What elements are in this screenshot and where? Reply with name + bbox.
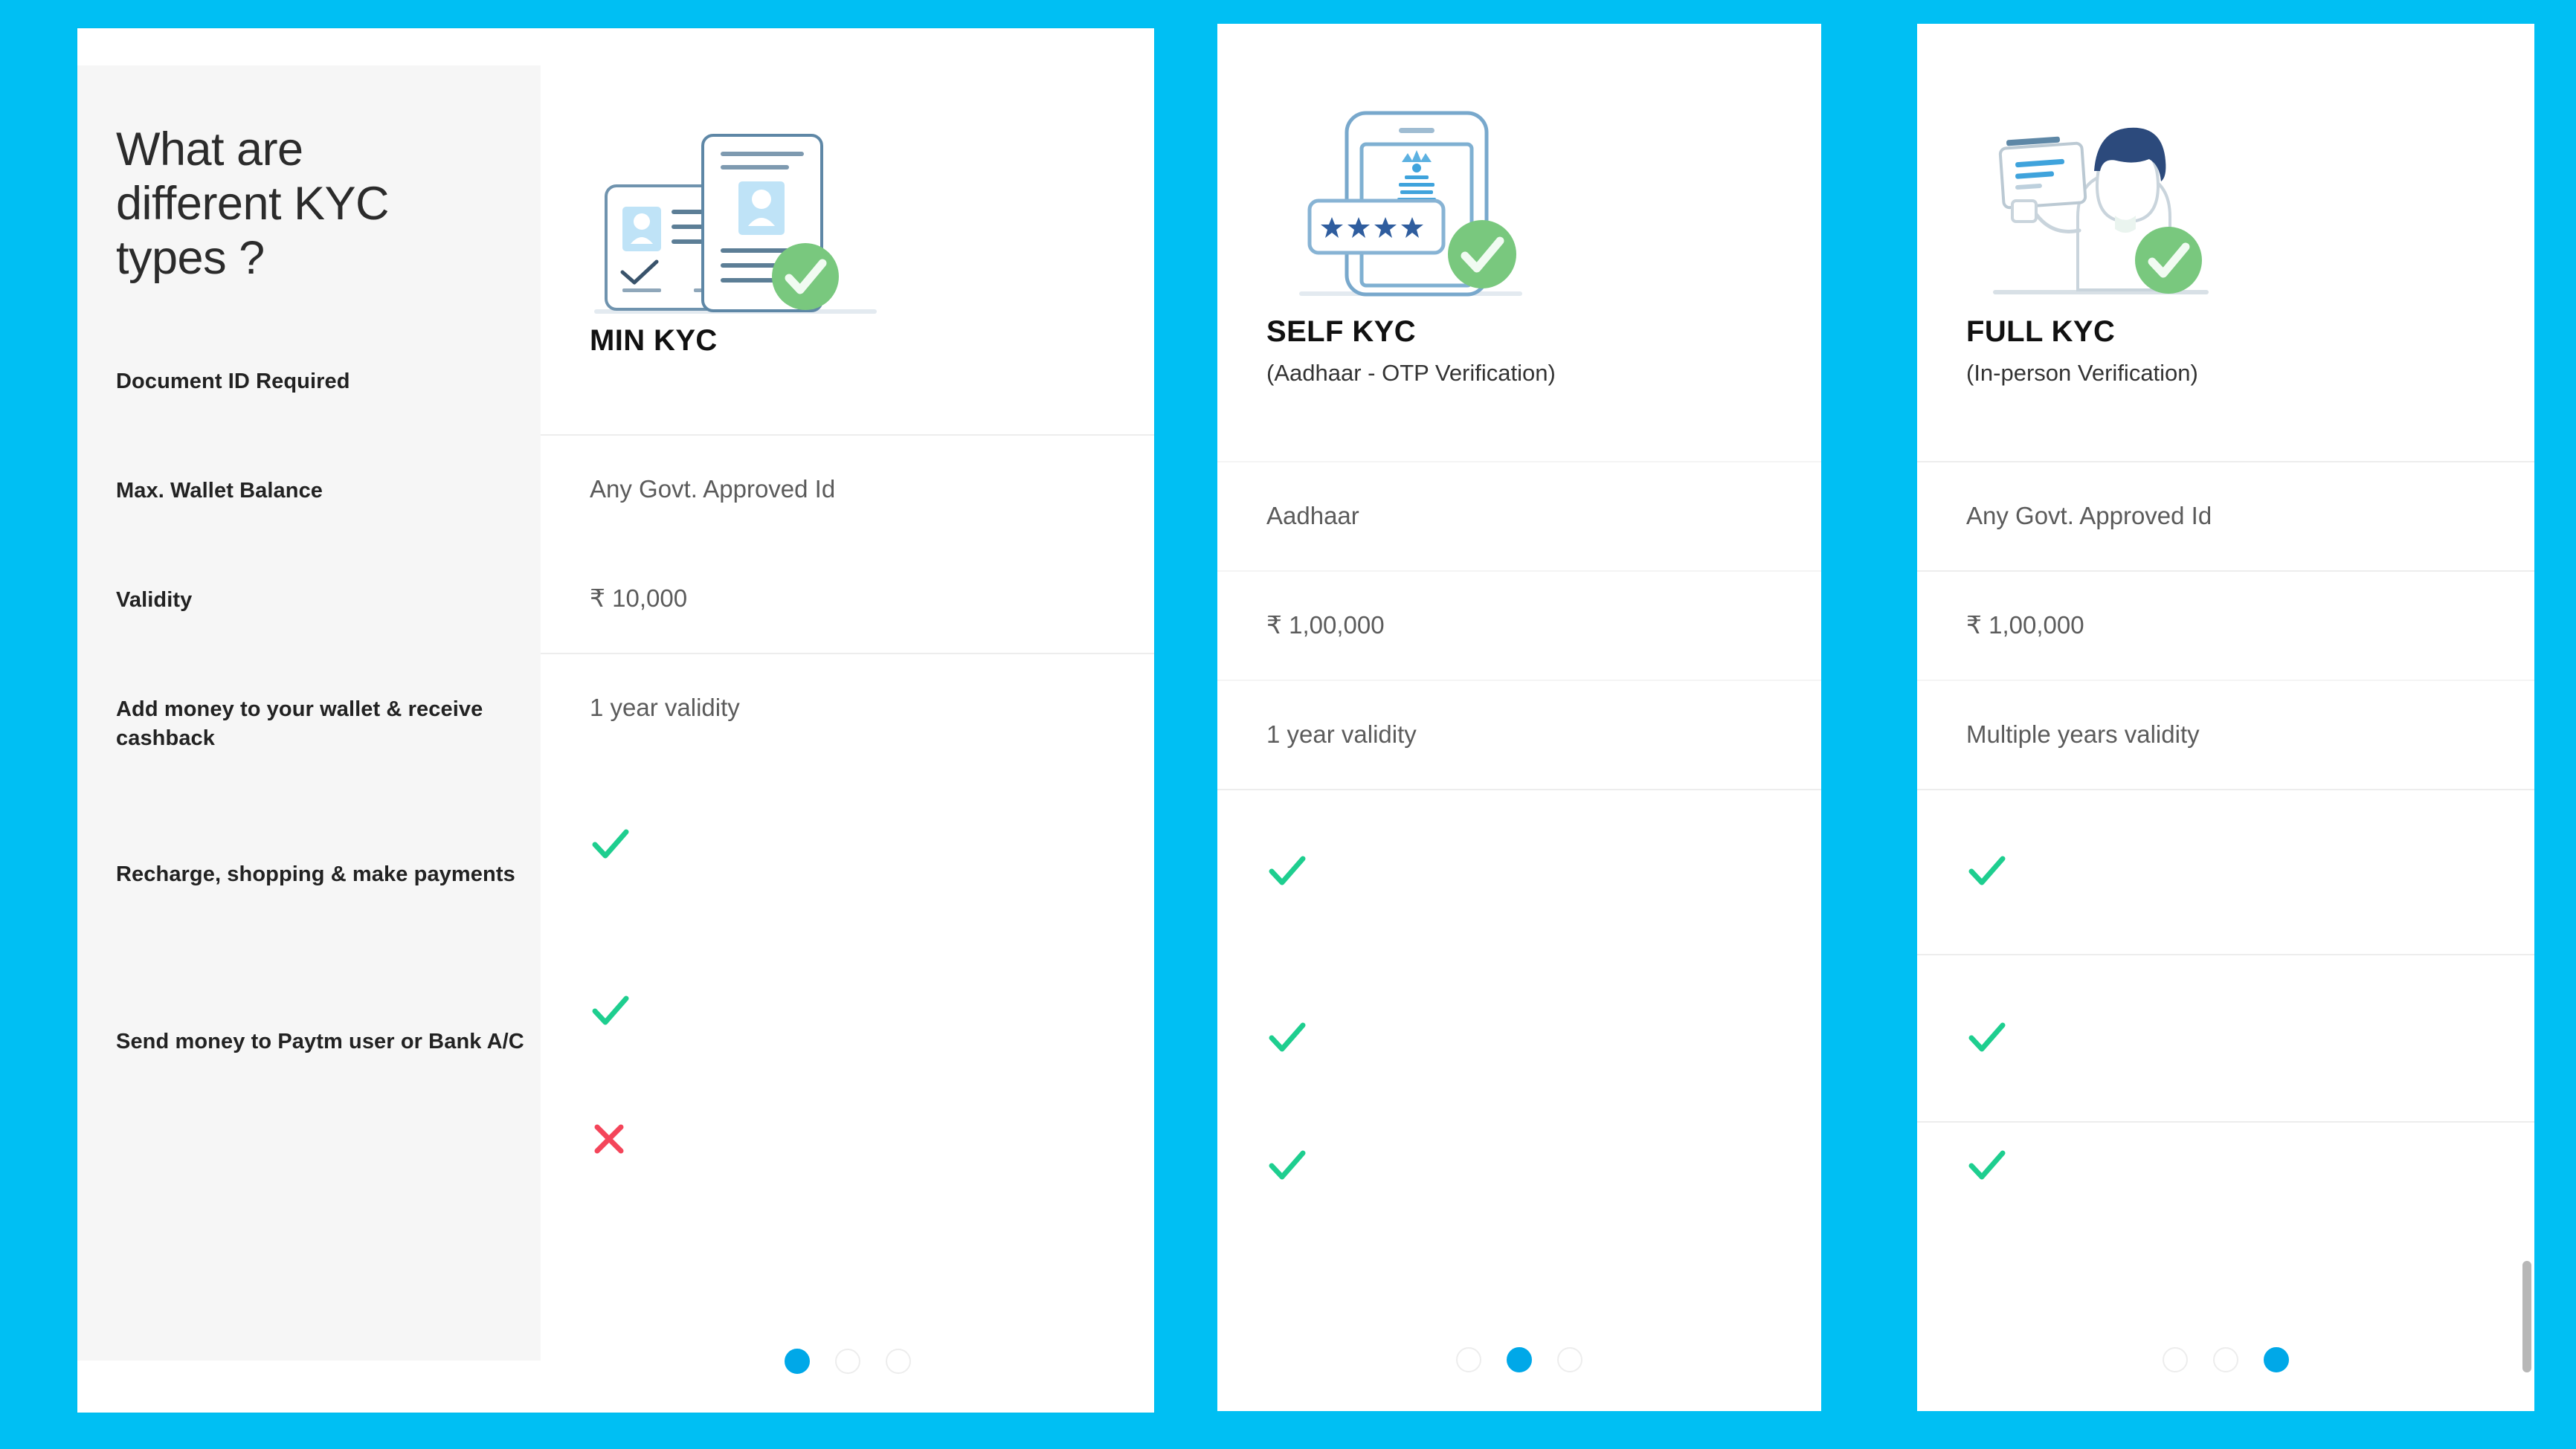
full-kyc-title: FULL KYC (1966, 315, 2116, 348)
self-kyc-validity-value: 1 year validity (1266, 720, 1417, 748)
full-kyc-value-rows: Any Govt. Approved Id ₹ 1,00,000 Multipl… (1917, 461, 2534, 1210)
pagination-dot-3[interactable] (1557, 1347, 1582, 1372)
pagination-dot-3[interactable] (2264, 1347, 2289, 1372)
table-row: Any Govt. Approved Id (541, 434, 1154, 543)
pagination-dot-3[interactable] (885, 1349, 911, 1374)
criteria-label-validity: Validity (116, 588, 193, 613)
table-row (1217, 1121, 1821, 1210)
table-row: Aadhaar (1217, 461, 1821, 570)
check-icon (1269, 1022, 1306, 1051)
min-kyc-value-rows: Any Govt. Approved Id ₹ 10,000 1 year va… (541, 434, 1154, 1184)
table-row: Any Govt. Approved Id (1917, 461, 2534, 570)
criteria-label-max-wallet-balance: Max. Wallet Balance (116, 479, 323, 503)
id-cards-verified-icon (590, 125, 887, 333)
criteria-label-add-money: Add money to your wallet & receive cashb… (116, 697, 483, 750)
check-icon (1269, 1150, 1306, 1180)
table-row (541, 1094, 1154, 1184)
min-kyc-card-header: MIN KYC (541, 28, 1154, 434)
self-kyc-title: SELF KYC (1266, 315, 1416, 348)
min-kyc-title: MIN KYC (590, 324, 718, 357)
kyc-comparison-screen: What are different KYC types ? Document … (0, 0, 2576, 1449)
full-kyc-wallet-balance-value: ₹ 1,00,000 (1966, 611, 2084, 639)
pagination-dot-1[interactable] (2163, 1347, 2188, 1372)
check-icon (1968, 1022, 2006, 1051)
self-kyc-document-id-value: Aadhaar (1266, 501, 1359, 529)
self-kyc-pagination[interactable] (1217, 1347, 1821, 1372)
check-icon (592, 829, 629, 859)
person-holding-id-verified-icon (1966, 106, 2264, 314)
sidebar-and-min-kyc-panel: What are different KYC types ? Document … (77, 28, 1154, 1413)
self-kyc-wallet-balance-value: ₹ 1,00,000 (1266, 611, 1385, 639)
check-icon (1968, 1150, 2006, 1180)
phone-otp-verified-icon (1266, 106, 1564, 314)
self-kyc-card-header: SELF KYC (Aadhaar - OTP Verification) (1217, 24, 1821, 461)
full-kyc-card-header: FULL KYC (In-person Verification) (1917, 24, 2534, 461)
self-kyc-subtitle: (Aadhaar - OTP Verification) (1266, 360, 1556, 386)
table-row: 1 year validity (1217, 680, 1821, 789)
page-title: What are different KYC types ? (116, 123, 390, 285)
table-row: ₹ 1,00,000 (1917, 570, 2534, 680)
check-icon (592, 995, 629, 1024)
table-row (1917, 1121, 2534, 1210)
full-kyc-validity-value: Multiple years validity (1966, 720, 2200, 748)
criteria-list: Document ID Required Max. Wallet Balance… (116, 367, 541, 1117)
check-icon (1968, 856, 2006, 885)
table-row: 1 year validity (541, 653, 1154, 762)
table-row: Multiple years validity (1917, 680, 2534, 789)
min-kyc-document-id-value: Any Govt. Approved Id (590, 474, 836, 503)
full-kyc-pagination[interactable] (1917, 1347, 2534, 1372)
table-row (1917, 789, 2534, 954)
table-row (541, 762, 1154, 927)
pagination-dot-2[interactable] (834, 1349, 860, 1374)
full-kyc-document-id-value: Any Govt. Approved Id (1966, 501, 2212, 529)
self-kyc-value-rows: Aadhaar ₹ 1,00,000 1 year validity (1217, 461, 1821, 1210)
check-icon (1269, 856, 1306, 885)
pagination-dot-2[interactable] (1507, 1347, 1532, 1372)
table-row (1217, 789, 1821, 954)
pagination-dot-1[interactable] (784, 1349, 810, 1374)
table-row (541, 927, 1154, 1094)
table-row (1917, 954, 2534, 1121)
criteria-label-document-id: Document ID Required (116, 369, 350, 394)
criteria-label-send-money: Send money to Paytm user or Bank A/C (116, 1030, 524, 1054)
min-kyc-pagination[interactable] (541, 1349, 1154, 1374)
cross-icon (594, 1124, 624, 1154)
min-kyc-card[interactable]: MIN KYC Any Govt. Approved Id ₹ 10,000 1… (541, 28, 1154, 1413)
table-row: ₹ 1,00,000 (1217, 570, 1821, 680)
self-kyc-card[interactable]: SELF KYC (Aadhaar - OTP Verification) Aa… (1217, 24, 1821, 1411)
table-row: ₹ 10,000 (541, 543, 1154, 653)
min-kyc-wallet-balance-value: ₹ 10,000 (590, 584, 688, 612)
criteria-label-recharge-shopping: Recharge, shopping & make payments (116, 862, 515, 887)
table-row (1217, 954, 1821, 1121)
full-kyc-subtitle: (In-person Verification) (1966, 360, 2198, 386)
criteria-sidebar: What are different KYC types ? Document … (77, 28, 541, 1413)
vertical-scrollbar-thumb[interactable] (2522, 1261, 2531, 1372)
full-kyc-card[interactable]: FULL KYC (In-person Verification) Any Go… (1917, 24, 2534, 1411)
pagination-dot-1[interactable] (1456, 1347, 1481, 1372)
pagination-dot-2[interactable] (2213, 1347, 2238, 1372)
min-kyc-validity-value: 1 year validity (590, 693, 740, 721)
